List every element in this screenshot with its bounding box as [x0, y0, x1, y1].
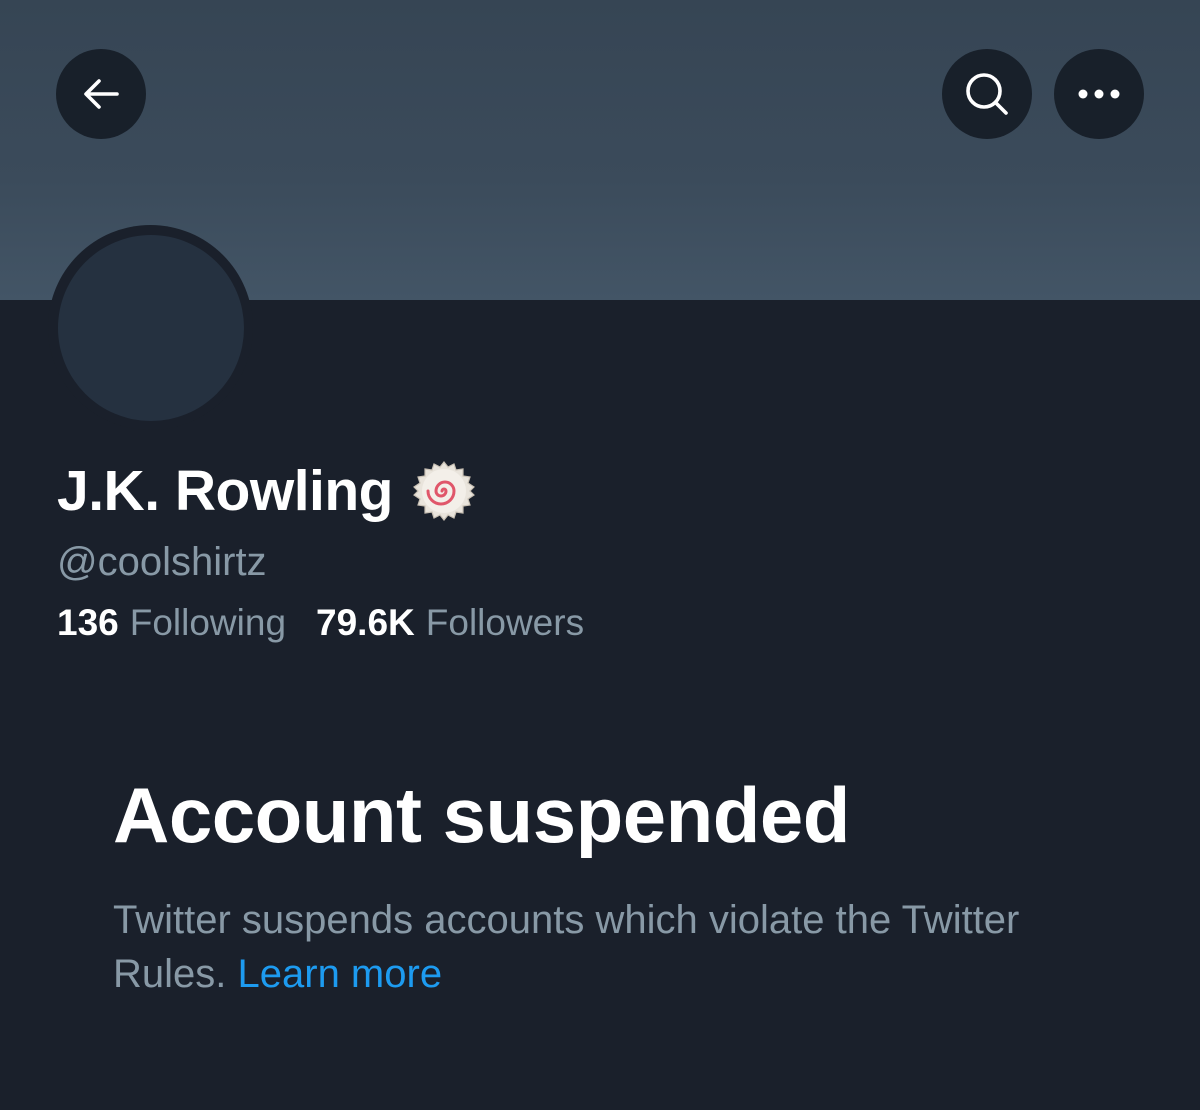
more-horizontal-icon [1078, 89, 1120, 99]
narutomaki-emoji-icon [413, 461, 475, 521]
followers-count: 79.6K [316, 602, 415, 643]
suspended-title: Account suspended [113, 771, 850, 859]
search-button[interactable] [942, 49, 1032, 139]
following-label: Following [129, 602, 287, 643]
learn-more-link[interactable]: Learn more [238, 952, 443, 996]
display-name: J.K. Rowling [57, 459, 394, 523]
back-button[interactable] [56, 49, 146, 139]
suspended-description: Twitter suspends accounts which violate … [113, 893, 1093, 1001]
search-icon [966, 73, 1008, 115]
profile-page: J.K. Rowling @coolshirtz 136 Following 7… [0, 0, 1200, 1110]
following-link[interactable]: 136 Following [57, 602, 286, 644]
followers-label: Followers [425, 602, 585, 643]
following-count: 136 [57, 602, 119, 643]
more-options-button[interactable] [1054, 49, 1144, 139]
avatar[interactable] [58, 235, 244, 421]
name-row: J.K. Rowling [57, 455, 475, 527]
arrow-left-icon [84, 79, 119, 109]
username-handle: @coolshirtz [57, 540, 267, 584]
follow-stats: 136 Following 79.6K Followers [57, 602, 584, 644]
followers-link[interactable]: 79.6K Followers [316, 602, 584, 644]
